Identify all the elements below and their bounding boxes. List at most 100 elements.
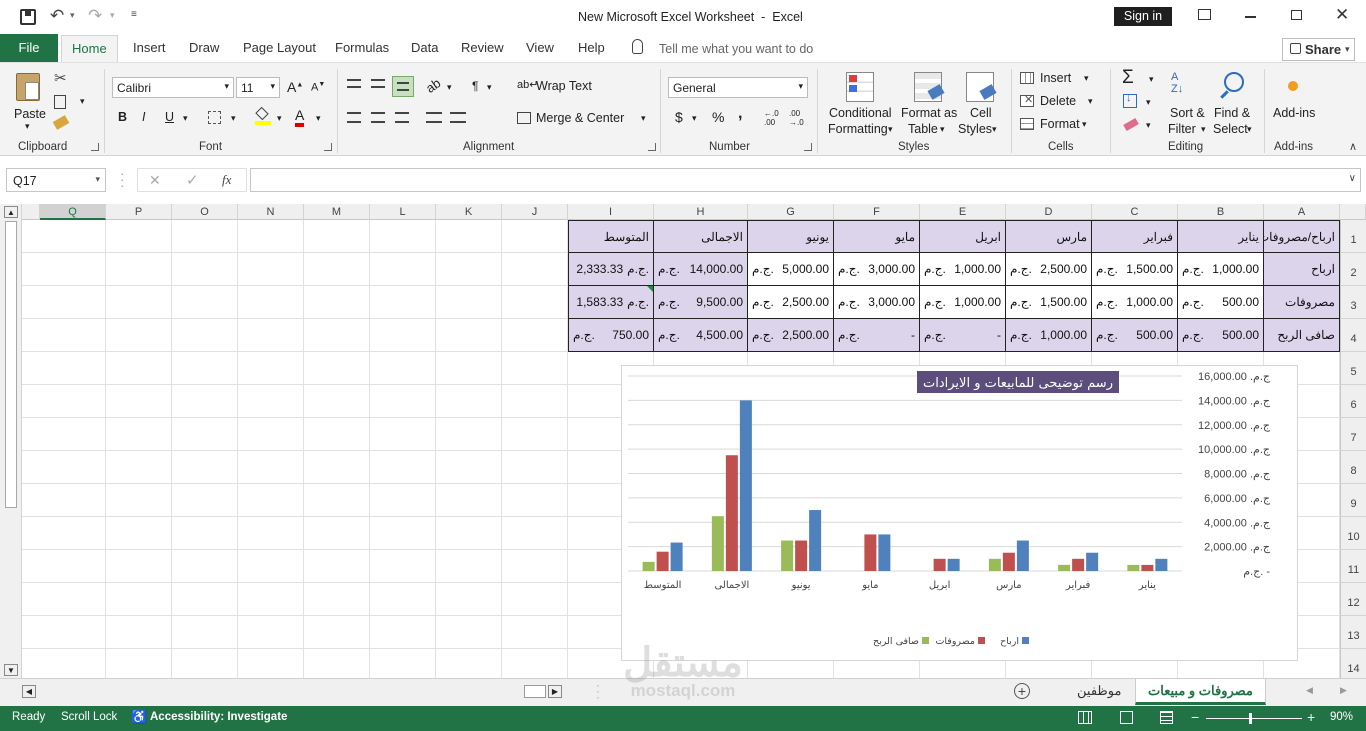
column-header-p[interactable]: P: [106, 204, 172, 220]
format-as-table-button[interactable]: Format as Table ▾: [900, 69, 957, 139]
row-header-13[interactable]: 13: [1340, 616, 1366, 649]
wrap-text-button[interactable]: ab↵ Wrap Text: [517, 78, 617, 98]
table-value-cell[interactable]: ج.م. 500.00: [1178, 286, 1264, 319]
clear-dropdown-icon[interactable]: ▾: [1146, 120, 1151, 131]
find-select-button[interactable]: Find & Select ▾: [1210, 69, 1258, 139]
scroll-right-icon[interactable]: ▶: [548, 685, 562, 698]
align-top-icon[interactable]: [347, 79, 361, 88]
borders-dropdown-icon[interactable]: ▾: [231, 113, 236, 124]
zoom-slider-thumb[interactable]: [1249, 713, 1252, 724]
undo-icon[interactable]: ↶: [50, 6, 64, 26]
insert-function-icon[interactable]: fx: [222, 172, 231, 188]
tab-draw[interactable]: Draw: [189, 40, 219, 55]
table-header-cell[interactable]: ابريل: [920, 220, 1006, 253]
zoom-in-icon[interactable]: +: [1307, 709, 1315, 725]
bold-icon[interactable]: B: [118, 110, 127, 124]
merge-center-button[interactable]: Merge & Center ▾: [517, 110, 652, 130]
table-value-cell[interactable]: ج.م. 5,000.00: [748, 253, 834, 286]
column-header-partial[interactable]: [22, 204, 40, 220]
font-size-dropdown[interactable]: 11 ▾: [236, 77, 280, 98]
error-indicator-icon[interactable]: [647, 286, 653, 292]
increase-font-icon[interactable]: A▲: [287, 79, 303, 95]
row-header-6[interactable]: 6: [1340, 385, 1366, 418]
redo-icon[interactable]: ↷: [88, 6, 102, 26]
table-value-cell[interactable]: ج.م. 500.00: [1178, 319, 1264, 352]
number-launcher-icon[interactable]: [804, 143, 812, 151]
row-header-7[interactable]: 7: [1340, 418, 1366, 451]
table-header-cell[interactable]: المتوسط: [568, 220, 654, 253]
ribbon-display-icon[interactable]: [1198, 9, 1211, 20]
table-value-cell[interactable]: ج.م. 1,000.00: [1178, 253, 1264, 286]
column-header-e[interactable]: E: [920, 204, 1006, 220]
align-middle-icon[interactable]: [371, 79, 385, 88]
share-button[interactable]: Share ▾: [1282, 38, 1355, 61]
row-header-1[interactable]: 1: [1340, 220, 1366, 253]
alignment-launcher-icon[interactable]: [648, 143, 656, 151]
increase-indent-icon[interactable]: [450, 112, 466, 123]
sign-in-button[interactable]: Sign in: [1114, 7, 1172, 26]
number-format-dropdown[interactable]: General ▾: [668, 77, 808, 98]
format-cells-button[interactable]: Format ▾: [1020, 117, 1100, 135]
align-right-icon[interactable]: [395, 112, 409, 123]
paste-button[interactable]: Paste ▾: [12, 69, 46, 131]
table-value-cell[interactable]: ج.م. 1,583.33: [568, 286, 654, 319]
font-color-dropdown-icon[interactable]: ▾: [316, 113, 321, 124]
row-header-14[interactable]: 14: [1340, 649, 1366, 678]
column-header-q[interactable]: Q: [40, 204, 106, 220]
conditional-formatting-button[interactable]: Conditional Formatting ▾: [826, 69, 898, 139]
row-header-5[interactable]: 5: [1340, 352, 1366, 385]
table-header-cell[interactable]: مايو: [834, 220, 920, 253]
table-value-cell[interactable]: ج.م. 14,000.00: [654, 253, 748, 286]
row-header-12[interactable]: 12: [1340, 583, 1366, 616]
table-value-cell[interactable]: ج.م. 1,000.00: [920, 253, 1006, 286]
fill-color-icon[interactable]: [255, 106, 271, 125]
column-header-o[interactable]: O: [172, 204, 238, 220]
table-header-cell[interactable]: مارس: [1006, 220, 1092, 253]
column-header-f[interactable]: F: [834, 204, 920, 220]
tell-me-input[interactable]: Tell me what you want to do: [659, 42, 813, 56]
column-header-d[interactable]: D: [1006, 204, 1092, 220]
copy-dropdown-icon[interactable]: ▾: [80, 96, 85, 107]
table-header-cell[interactable]: ارباح/مصروفات: [1264, 220, 1340, 253]
status-accessibility[interactable]: Accessibility: Investigate: [150, 711, 287, 723]
table-value-cell[interactable]: ج.م. 3,000.00: [834, 253, 920, 286]
close-icon[interactable]: ✕: [1335, 5, 1349, 25]
table-value-cell[interactable]: ج.م. 500.00: [1092, 319, 1178, 352]
font-color-icon[interactable]: A: [295, 107, 305, 127]
font-launcher-icon[interactable]: [324, 143, 332, 151]
table-value-cell[interactable]: ج.م. 3,000.00: [834, 286, 920, 319]
increase-decimal-icon[interactable]: ←.0.00: [764, 109, 779, 127]
italic-icon[interactable]: I: [142, 110, 145, 124]
table-value-cell[interactable]: ج.م. 2,333.33: [568, 253, 654, 286]
tab-help[interactable]: Help: [578, 40, 605, 55]
table-row-label-cell[interactable]: صافى الربح: [1264, 319, 1340, 352]
table-value-cell[interactable]: ج.م. -: [920, 319, 1006, 352]
underline-dropdown-icon[interactable]: ▾: [183, 113, 188, 124]
tab-home[interactable]: Home: [61, 35, 118, 62]
clipboard-launcher-icon[interactable]: [91, 143, 99, 151]
table-value-cell[interactable]: ج.م. 2,500.00: [748, 319, 834, 352]
cell-styles-button[interactable]: Cell Styles ▾: [956, 69, 1002, 139]
column-header-i[interactable]: I: [568, 204, 654, 220]
save-icon[interactable]: [20, 9, 36, 25]
table-value-cell[interactable]: ج.م. 2,500.00: [748, 286, 834, 319]
decrease-indent-icon[interactable]: [426, 112, 442, 123]
table-value-cell[interactable]: ج.م. 1,500.00: [1092, 253, 1178, 286]
tab-page-layout[interactable]: Page Layout: [243, 40, 316, 55]
scroll-up-icon[interactable]: ▲: [4, 206, 18, 218]
worksheet-grid[interactable]: ▲ ▼ QPONMLKJIHGFEDCBA 1 2 3 4 5 6 7 8 9 10 11 12 13 1…: [0, 204, 1366, 678]
column-header-j[interactable]: J: [502, 204, 568, 220]
table-value-cell[interactable]: ج.م. 1,000.00: [920, 286, 1006, 319]
row-header-3[interactable]: 3: [1340, 286, 1366, 319]
underline-icon[interactable]: U: [165, 110, 174, 124]
text-direction-icon[interactable]: ¶: [472, 79, 478, 93]
column-header-g[interactable]: G: [748, 204, 834, 220]
add-ins-button[interactable]: Add-ins: [1271, 69, 1319, 125]
row-header-11[interactable]: 11: [1340, 550, 1366, 583]
sort-filter-button[interactable]: A Z↓ Sort & Filter ▾: [1166, 69, 1210, 139]
percent-style-icon[interactable]: %: [712, 109, 724, 125]
undo-dropdown-icon[interactable]: ▾: [70, 10, 75, 21]
row-header-10[interactable]: 10: [1340, 517, 1366, 550]
enter-icon[interactable]: ✓: [186, 171, 199, 189]
borders-icon[interactable]: [208, 111, 221, 124]
